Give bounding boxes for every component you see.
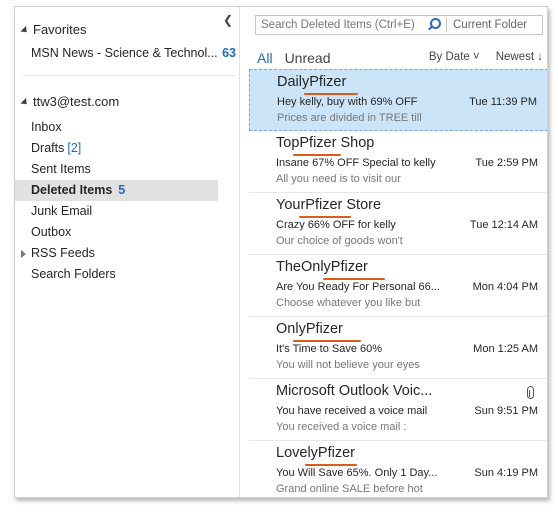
message-item[interactable]: TheOnlyPfizer Are You Ready For Personal…: [249, 255, 547, 317]
message-time: Tue 2:59 PM: [475, 157, 538, 169]
message-subject: It's Time to Save 60%: [276, 343, 383, 355]
message-preview: Choose whatever you like but: [276, 297, 421, 309]
nav-divider: [23, 75, 235, 76]
message-preview: All you need is to visit our: [276, 173, 401, 185]
message-sender: TheOnlyPfizer: [276, 259, 368, 275]
message-preview: Prices are divided in TREE till: [277, 112, 422, 124]
message-item[interactable]: LovelyPfizer You Will Save 65%. Only 1 D…: [249, 441, 547, 497]
attachment-paperclip-icon: [527, 386, 534, 399]
sort-order-toggle[interactable]: Newest ↓: [496, 51, 543, 63]
search-scope-dropdown[interactable]: Current Folder: [446, 18, 527, 32]
spellcheck-underline: [304, 93, 358, 95]
expand-arrow-icon[interactable]: [20, 25, 30, 35]
message-subject: Hey kelly, buy with 69% OFF: [277, 96, 418, 108]
spellcheck-underline: [305, 464, 357, 466]
message-item[interactable]: YourPfizer Store Crazy 66% OFF for kelly…: [249, 193, 547, 255]
message-item[interactable]: TopPfizer Shop Insane 67% OFF Special to…: [249, 131, 547, 193]
folder-drafts[interactable]: Drafts [2]: [15, 138, 239, 159]
message-subject: Crazy 66% OFF for kelly: [276, 219, 396, 231]
search-box: Current Folder: [255, 15, 543, 35]
folder-label: Outbox: [31, 225, 72, 239]
message-time: Mon 1:25 AM: [473, 343, 538, 355]
account-header[interactable]: ttw3@test.com: [20, 94, 120, 109]
account-label: ttw3@test.com: [33, 94, 120, 109]
unread-count-badge: 63: [222, 46, 236, 60]
message-sender: Microsoft Outlook Voic...: [276, 383, 433, 399]
folder-label: RSS Feeds: [31, 246, 95, 260]
expand-arrow-icon[interactable]: [21, 249, 26, 258]
message-sender: DailyPfizer: [277, 74, 347, 90]
message-time: Mon 4:04 PM: [472, 281, 538, 293]
collapse-pane-icon[interactable]: ❮: [221, 13, 235, 27]
folder-junk-email[interactable]: Junk Email: [15, 201, 239, 222]
filter-bar: All Unread By Date ˅ Newest ↓: [257, 48, 543, 68]
folder-count: 5: [118, 183, 126, 197]
sort-controls: By Date ˅ Newest ↓: [413, 51, 543, 63]
favorites-label: Favorites: [33, 22, 87, 37]
spellcheck-underline: [323, 278, 385, 280]
search-input[interactable]: [256, 19, 426, 31]
message-preview: Our choice of goods won't: [276, 235, 403, 247]
folder-count: [2]: [67, 141, 82, 155]
folder-label: Junk Email: [31, 204, 93, 218]
spellcheck-underline: [293, 154, 341, 156]
message-list: DailyPfizer Hey kelly, buy with 69% OFF …: [249, 69, 547, 497]
message-time: Sun 4:19 PM: [474, 467, 538, 479]
message-item[interactable]: DailyPfizer Hey kelly, buy with 69% OFF …: [249, 69, 547, 131]
message-sender: OnlyPfizer: [276, 321, 343, 337]
folder-pane: ❮ Favorites MSN News - Science & Technol…: [15, 7, 240, 497]
spellcheck-underline: [299, 216, 351, 218]
folder-outbox[interactable]: Outbox: [15, 222, 239, 243]
search-icon[interactable]: [426, 18, 441, 32]
message-time: Sun 9:51 PM: [474, 405, 538, 417]
filter-unread-tab[interactable]: Unread: [285, 50, 331, 66]
message-sender: LovelyPfizer: [276, 445, 355, 461]
folder-label: Search Folders: [31, 267, 116, 281]
outlook-window: ❮ Favorites MSN News - Science & Technol…: [14, 6, 548, 498]
message-subject: Insane 67% OFF Special to kelly: [276, 157, 436, 169]
expand-arrow-icon[interactable]: [20, 97, 30, 107]
folder-search-folders[interactable]: Search Folders: [15, 264, 239, 285]
favorites-header[interactable]: Favorites: [20, 22, 87, 37]
folder-deleted-items[interactable]: Deleted Items 5: [15, 180, 218, 201]
favorite-item-msn-news[interactable]: MSN News - Science & Technol... 63: [31, 46, 236, 60]
favorite-item-label: MSN News - Science & Technol...: [31, 46, 218, 60]
folder-rss-feeds[interactable]: RSS Feeds: [15, 243, 239, 264]
message-item[interactable]: OnlyPfizer It's Time to Save 60% Mon 1:2…: [249, 317, 547, 379]
folder-list: Inbox Drafts [2] Sent Items Deleted Item…: [15, 117, 239, 285]
message-time: Tue 12:14 AM: [469, 219, 538, 231]
message-time: Tue 11:39 PM: [469, 96, 537, 108]
message-preview: You will not believe your eyes: [276, 359, 420, 371]
folder-label: Inbox: [31, 120, 62, 134]
message-subject: Are You Ready For Personal 66...: [276, 281, 440, 293]
message-preview: Grand online SALE before hot: [276, 483, 423, 495]
message-list-pane: Current Folder All Unread By Date ˅ Newe…: [249, 7, 547, 497]
folder-inbox[interactable]: Inbox: [15, 117, 239, 138]
message-preview: You received a voice mail :: [276, 421, 407, 433]
message-subject: You have received a voice mail: [276, 405, 428, 417]
message-subject: You Will Save 65%. Only 1 Day...: [276, 467, 438, 479]
sort-by-date-dropdown[interactable]: By Date ˅: [429, 51, 480, 63]
message-sender: TopPfizer Shop: [276, 135, 375, 151]
folder-label: Deleted Items: [31, 183, 113, 197]
folder-label: Drafts: [31, 141, 65, 155]
spellcheck-underline: [293, 340, 361, 342]
message-item[interactable]: Microsoft Outlook Voic... You have recei…: [249, 379, 547, 441]
filter-all-tab[interactable]: All: [257, 50, 273, 66]
message-sender: YourPfizer Store: [276, 197, 382, 213]
folder-label: Sent Items: [31, 162, 91, 176]
folder-sent-items[interactable]: Sent Items: [15, 159, 239, 180]
